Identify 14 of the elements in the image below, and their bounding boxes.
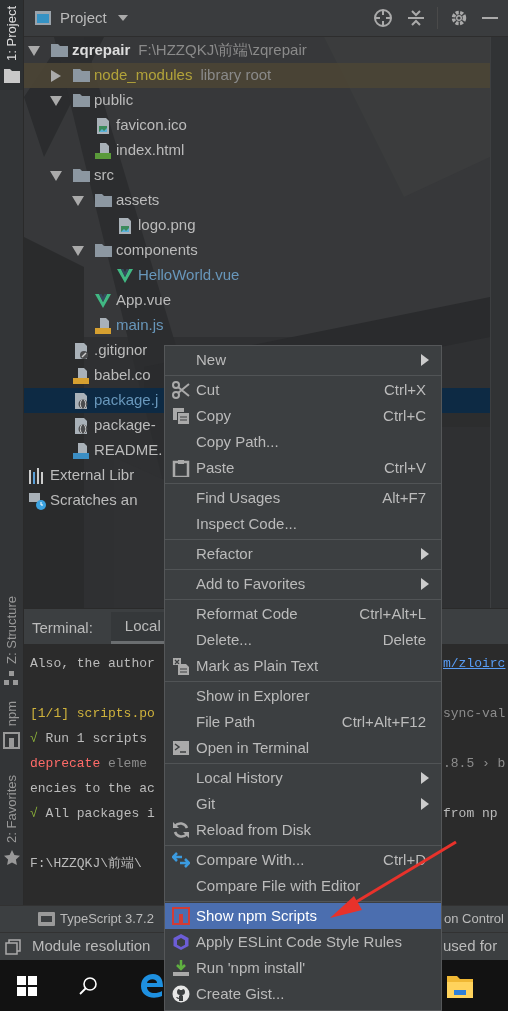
terminal-line: m/zloirc [443, 654, 506, 673]
terminal-line: deprecate eleme [30, 754, 149, 773]
terminal-line: from np [443, 804, 498, 823]
terminal-title: Terminal: [32, 618, 94, 638]
terminal-line: encies to the ac [30, 779, 156, 798]
terminal-line: Also, the author [30, 654, 156, 673]
terminal-line: F:\HZZQKJ\前端\ [30, 854, 143, 873]
terminal-line: [1/1] scripts.po [30, 704, 156, 723]
terminal-line: .8.5 › b [443, 754, 506, 773]
status-message: Module resolution [32, 936, 151, 957]
status-message: used for [443, 936, 498, 957]
terminal-line: √ All packages i [30, 804, 156, 823]
terminal-line: √ Run 1 scripts [30, 729, 149, 748]
terminal-line: sync-val [443, 704, 506, 723]
